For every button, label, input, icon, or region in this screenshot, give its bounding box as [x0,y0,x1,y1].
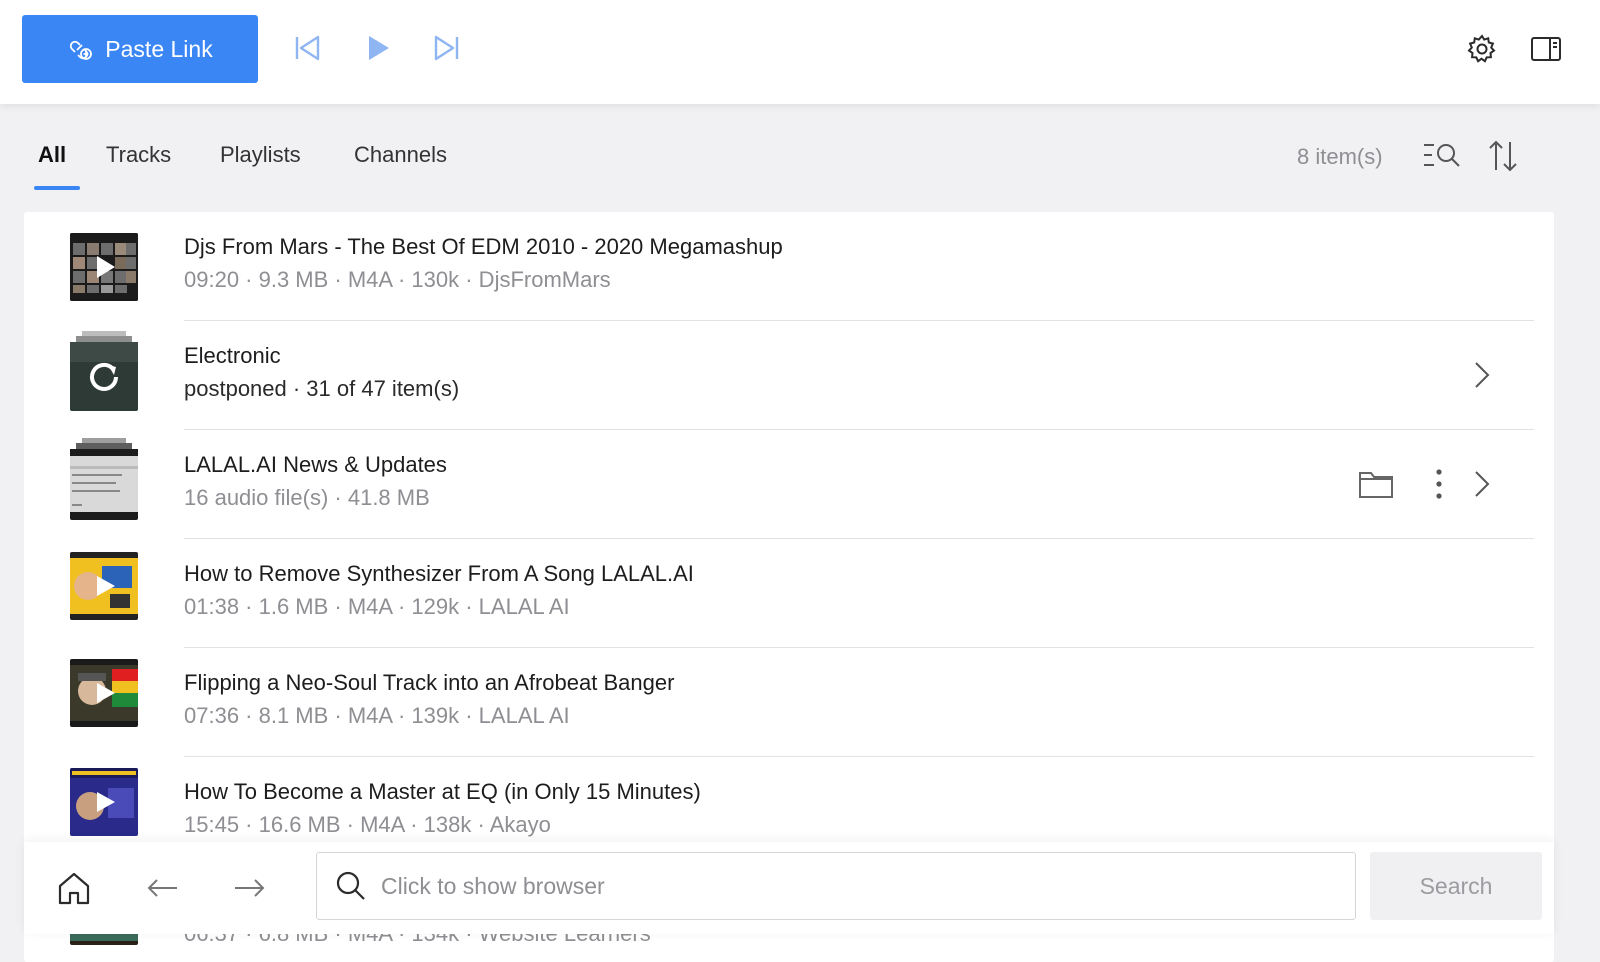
skip-previous-icon[interactable] [290,30,326,66]
playlist-thumbnail [70,331,138,411]
item-title: Electronic [184,343,281,368]
tab-tracks[interactable]: Tracks [106,142,171,192]
item-meta: 09:20 · 9.3 MB · M4A · 130k · DjsFromMar… [184,267,611,292]
thumbnail [70,552,138,620]
item-title: Djs From Mars - The Best Of EDM 2010 - 2… [184,234,783,259]
tab-playlists[interactable]: Playlists [220,142,301,192]
side-panel-icon[interactable] [1528,31,1564,67]
thumbnail [70,768,138,836]
thumbnail [70,233,138,301]
play-icon[interactable] [360,30,396,66]
browser-url-field[interactable] [316,852,1356,920]
item-title: How To Become a Master at EQ (in Only 15… [184,779,701,804]
browser-bar: Search [24,842,1554,934]
skip-next-icon[interactable] [428,30,464,66]
list-item[interactable]: LALAL.AI News & Updates 16 audio file(s)… [24,430,1554,539]
list-item[interactable]: Electronic postponed · 31 of 47 item(s) [24,321,1554,430]
item-meta: postponed · 31 of 47 item(s) [184,376,460,401]
search-list-icon[interactable] [1422,139,1462,173]
sort-icon[interactable] [1486,138,1520,174]
gear-icon[interactable] [1464,31,1500,67]
folder-icon[interactable] [1358,468,1394,500]
list-item[interactable]: How to Remove Synthesizer From A Song LA… [24,539,1554,648]
list-item[interactable]: Djs From Mars - The Best Of EDM 2010 - 2… [24,212,1554,321]
tab-all[interactable]: All [38,142,66,192]
top-toolbar: Paste Link [0,0,1600,104]
more-options-icon[interactable] [1429,466,1449,502]
search-button[interactable]: Search [1370,852,1542,920]
item-title: LALAL.AI News & Updates [184,452,447,477]
item-title: How to Remove Synthesizer From A Song LA… [184,561,694,586]
arrow-right-icon[interactable] [232,872,266,904]
arrow-left-icon[interactable] [146,872,180,904]
chevron-right-icon[interactable] [1470,466,1494,502]
chevron-right-icon[interactable] [1470,357,1494,393]
item-meta: 01:38 · 1.6 MB · M4A · 129k · LALAL AI [184,594,570,619]
item-meta: 07:36 · 8.1 MB · M4A · 139k · LALAL AI [184,703,570,728]
paste-link-button[interactable]: Paste Link [22,15,258,83]
item-count: 8 item(s) [1297,144,1383,169]
item-title: Flipping a Neo-Soul Track into an Afrobe… [184,670,675,695]
tab-channels[interactable]: Channels [354,142,447,192]
item-meta: 16 audio file(s) · 41.8 MB [184,485,430,510]
thumbnail [70,659,138,727]
paste-link-label: Paste Link [105,35,213,62]
list-item[interactable]: Flipping a Neo-Soul Track into an Afrobe… [24,648,1554,757]
item-meta: 15:45 · 16.6 MB · M4A · 138k · Akayo [184,812,551,837]
link-add-icon [70,40,93,60]
home-icon[interactable] [56,870,92,906]
playlist-thumbnail [70,438,138,520]
browser-search-input[interactable] [381,872,1281,900]
filter-tabs: All Tracks Playlists Channels 8 item(s) [0,104,1600,196]
search-icon [336,871,365,900]
active-tab-indicator [34,186,80,190]
